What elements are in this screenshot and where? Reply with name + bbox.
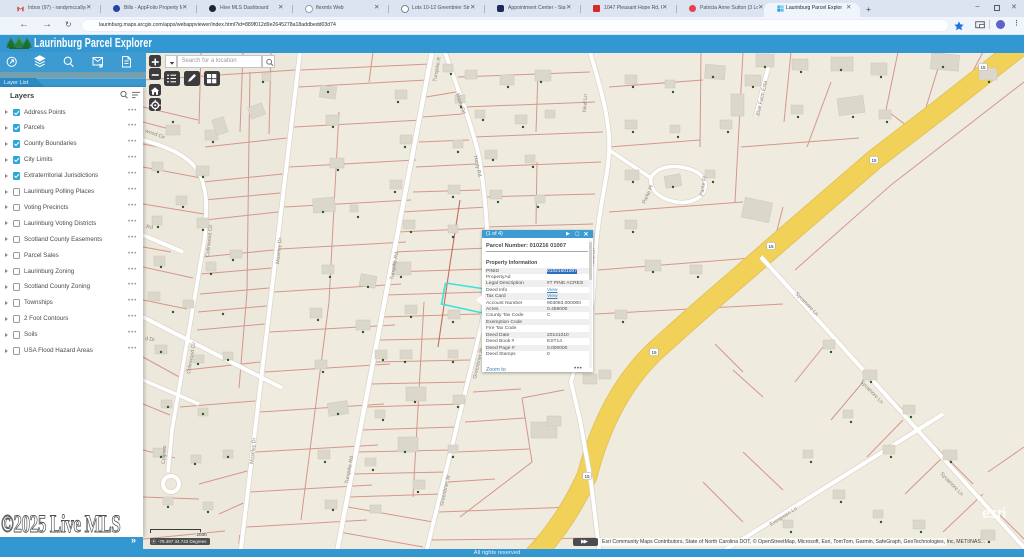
- svg-text:15: 15: [768, 244, 774, 249]
- svg-text:Rd: Rd: [146, 224, 154, 231]
- svg-text:15: 15: [871, 158, 877, 163]
- svg-text:Colinwo: Colinwo: [161, 445, 168, 464]
- svg-text:15: 15: [584, 474, 590, 479]
- svg-text:15: 15: [651, 350, 657, 355]
- svg-text:Neal Ln: Neal Ln: [582, 94, 589, 112]
- svg-text:15: 15: [980, 65, 986, 70]
